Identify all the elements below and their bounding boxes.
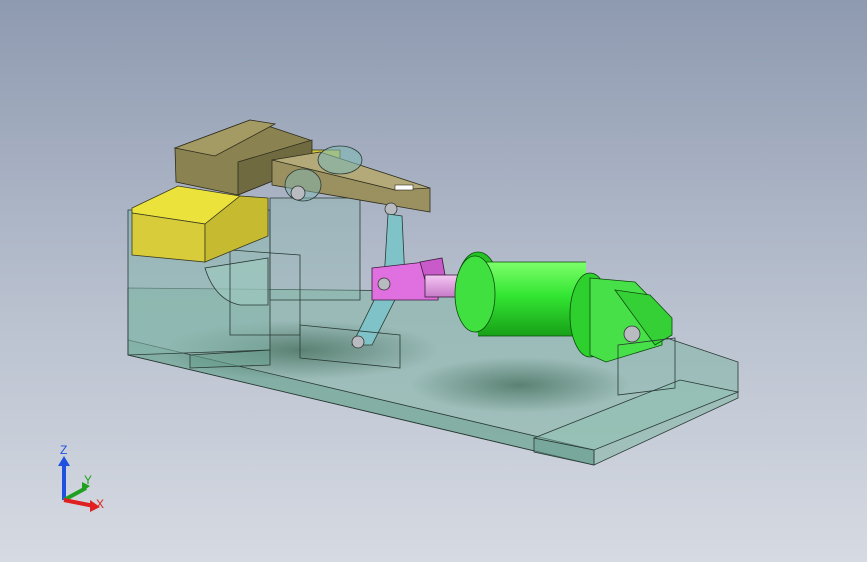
y-axis-label: Y: [84, 473, 92, 487]
z-axis-label: Z: [60, 443, 67, 457]
x-axis-label: X: [96, 497, 104, 511]
coordinate-triad: Z Y X: [46, 440, 116, 520]
x-axis-arrow: [63, 498, 100, 512]
graphics-viewport[interactable]: Z Y X: [0, 0, 867, 562]
z-axis-arrow: [58, 456, 70, 500]
cad-model-scene[interactable]: [0, 0, 867, 562]
